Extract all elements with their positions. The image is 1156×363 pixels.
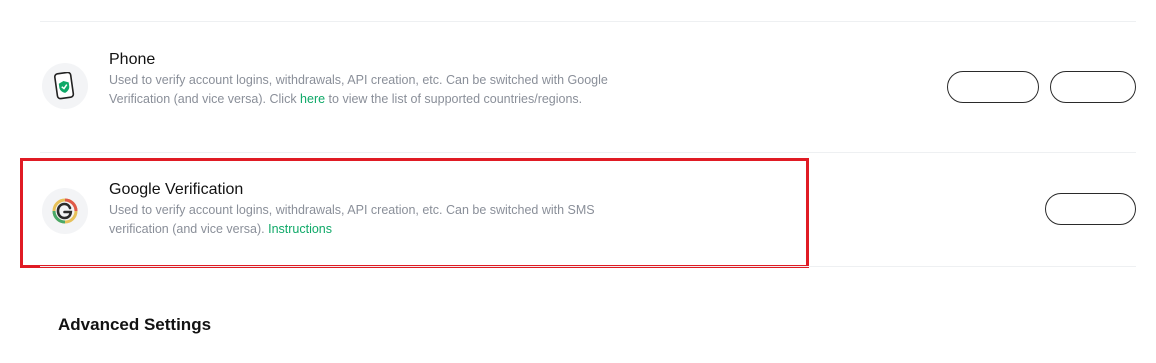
supported-countries-link[interactable]: here [300, 92, 325, 106]
phone-action-button-2[interactable] [1050, 71, 1136, 103]
phone-divider [40, 152, 1136, 153]
phone-title: Phone [109, 51, 156, 68]
google-divider [40, 266, 1136, 267]
phone-description-suffix: to view the list of supported countries/… [325, 91, 583, 106]
phone-shield-icon [42, 63, 88, 109]
top-divider [40, 21, 1136, 22]
google-verification-action-button[interactable] [1045, 193, 1136, 225]
advanced-settings-heading: Advanced Settings [58, 315, 212, 334]
phone-setting-row: Phone Used to verify account logins, wit… [40, 50, 1136, 130]
phone-description: Used to verify account logins, withdrawa… [109, 71, 649, 108]
phone-action-button-1[interactable] [947, 71, 1039, 103]
highlight-box [20, 158, 809, 268]
